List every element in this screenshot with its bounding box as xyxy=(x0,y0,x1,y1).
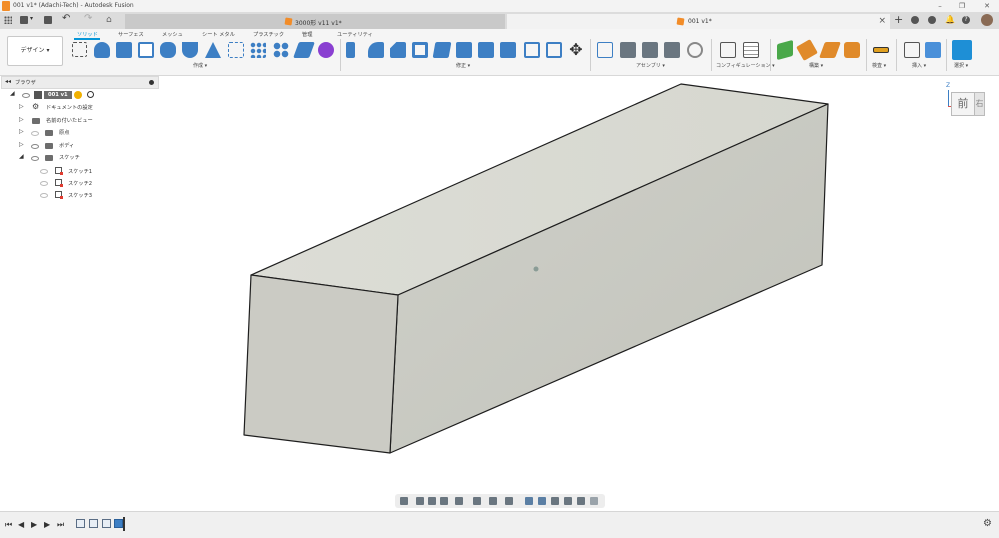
visual-style-3-icon[interactable] xyxy=(551,497,559,505)
visual-style-1-icon[interactable] xyxy=(525,497,533,505)
step-back-icon[interactable]: ◀ xyxy=(18,520,24,529)
timeline-extrude-icon[interactable] xyxy=(114,519,123,528)
go-to-start-icon[interactable]: ⏮ xyxy=(5,520,12,530)
display-settings-icon[interactable] xyxy=(473,497,481,505)
timeline-sketch3-icon[interactable] xyxy=(102,519,111,528)
viewcube[interactable]: Z 前 右 xyxy=(945,82,995,128)
visual-style-5-icon[interactable] xyxy=(577,497,585,505)
go-to-end-icon[interactable]: ⏭ xyxy=(57,520,64,530)
pivot-point xyxy=(533,266,539,272)
viewcube-right-face[interactable]: 右 xyxy=(975,92,985,116)
navigation-bar xyxy=(395,494,605,508)
timeline-bar: ⏮ ◀ ▶ ▶ ⏭ ⚙ xyxy=(0,511,999,538)
timeline-sketch1-icon[interactable] xyxy=(76,519,85,528)
timeline-settings-gear-icon[interactable]: ⚙ xyxy=(983,518,992,529)
grid-settings-icon[interactable] xyxy=(489,497,497,505)
viewports-icon[interactable] xyxy=(505,497,513,505)
zoom-window-icon[interactable] xyxy=(455,497,463,505)
z-axis-label: Z xyxy=(946,82,951,89)
look-at-icon[interactable] xyxy=(416,497,424,505)
timeline-sketch2-icon[interactable] xyxy=(89,519,98,528)
pan-icon[interactable] xyxy=(428,497,436,505)
visual-style-2-icon[interactable] xyxy=(538,497,546,505)
visual-style-6-icon[interactable] xyxy=(590,497,598,505)
body-front-face[interactable] xyxy=(243,274,399,454)
viewcube-front-face[interactable]: 前 xyxy=(951,92,975,116)
timeline-marker[interactable] xyxy=(123,517,125,531)
model-viewport[interactable] xyxy=(0,0,999,537)
visual-style-4-icon[interactable] xyxy=(564,497,572,505)
step-forward-icon[interactable]: ▶ xyxy=(44,520,50,529)
orbit-icon[interactable] xyxy=(400,497,408,505)
axis-z-icon xyxy=(948,90,949,106)
play-icon[interactable]: ▶ xyxy=(31,520,37,529)
zoom-icon[interactable] xyxy=(440,497,448,505)
